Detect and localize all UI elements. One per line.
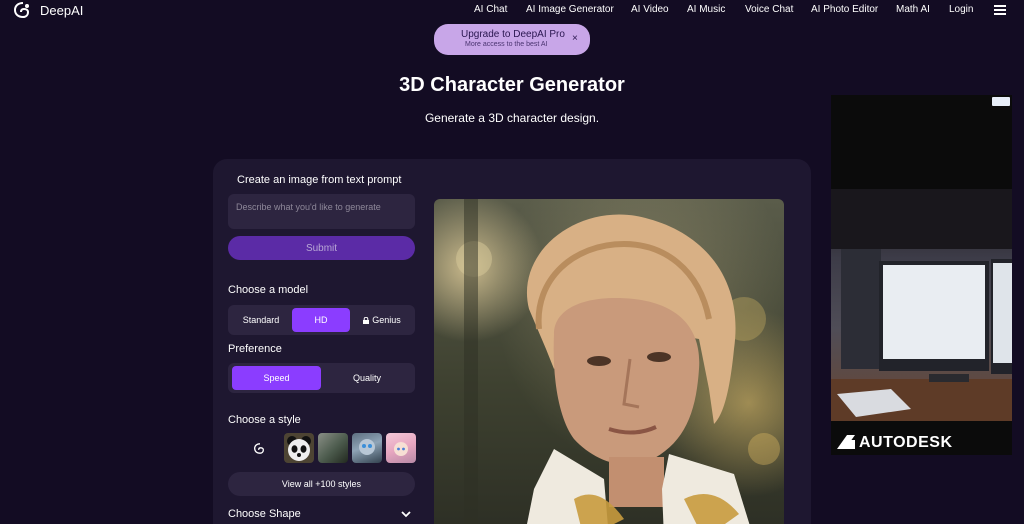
generator-panel: Create an image from text prompt Submit … [213,159,811,524]
anime-girl-style[interactable] [386,433,416,463]
model-genius-button[interactable]: Genius [352,308,412,332]
shape-label: Choose Shape [228,508,301,520]
choose-shape-dropdown[interactable]: Choose Shape [228,506,415,524]
model-selector: Standard HD Genius [228,305,415,335]
prompt-input[interactable] [228,194,415,229]
nav-ai-image-generator[interactable]: AI Image Generator [526,4,614,15]
nav-ai-music[interactable]: AI Music [687,4,725,15]
robot-icon [359,439,375,455]
ad-brand-name: AUTODESK [859,434,953,451]
hamburger-menu-icon[interactable] [994,5,1006,15]
brand-name: DeepAI [40,2,84,18]
forest-style[interactable] [318,433,348,463]
model-genius-label: Genius [372,315,401,325]
nav-ai-photo-editor[interactable]: AI Photo Editor [811,4,878,15]
panda-icon [287,436,311,461]
autodesk-ad[interactable]: AUTODESK [831,95,1012,455]
chevron-down-icon [401,511,411,518]
panda-style[interactable] [284,433,314,463]
anime-girl-icon [393,441,409,456]
page-title: 3D Character Generator [399,74,625,96]
generated-image[interactable] [434,199,784,524]
preference-selector: Speed Quality [228,363,415,393]
top-navigation-bar: DeepAI AI Chat AI Image Generator AI Vid… [0,0,1024,22]
ad-brand-bar: AUTODESK [831,431,1012,455]
ad-choices-icon[interactable] [992,97,1010,106]
style-thumbnails [228,433,416,463]
nav-login[interactable]: Login [949,4,973,15]
close-icon[interactable]: × [572,33,578,44]
style-label: Choose a style [228,414,301,426]
deepai-logo-icon [14,2,30,18]
preference-quality-button[interactable]: Quality [322,366,412,390]
upgrade-pro-banner[interactable]: Upgrade to DeepAI Pro More access to the… [434,24,590,55]
workstation-monitors-illustration [831,189,1012,421]
nav-math-ai[interactable]: Math AI [896,4,930,15]
model-standard-button[interactable]: Standard [231,308,291,332]
upgrade-subtitle: More access to the best AI [465,41,548,48]
lock-icon [363,316,370,324]
main-nav: AI Chat AI Image Generator AI Video AI M… [470,4,1024,18]
upgrade-title: Upgrade to DeepAI Pro [461,29,565,40]
deepai-logo-style[interactable] [245,433,275,463]
nav-ai-video[interactable]: AI Video [631,4,669,15]
preference-label: Preference [228,343,282,355]
nav-ai-chat[interactable]: AI Chat [474,4,507,15]
ad-image [831,189,1012,421]
nav-voice-chat[interactable]: Voice Chat [745,4,793,15]
submit-button[interactable]: Submit [228,236,415,260]
deepai-logo-icon [254,442,265,454]
preference-speed-button[interactable]: Speed [232,366,321,390]
model-label: Choose a model [228,284,309,296]
deepai-logo[interactable]: DeepAI [14,2,83,18]
autodesk-logo-icon [837,435,855,449]
model-hd-button[interactable]: HD [292,308,350,332]
view-all-styles-button[interactable]: View all +100 styles [228,472,415,496]
robot-style[interactable] [352,433,382,463]
prompt-heading: Create an image from text prompt [237,174,402,186]
character-portrait-illustration [456,199,780,524]
